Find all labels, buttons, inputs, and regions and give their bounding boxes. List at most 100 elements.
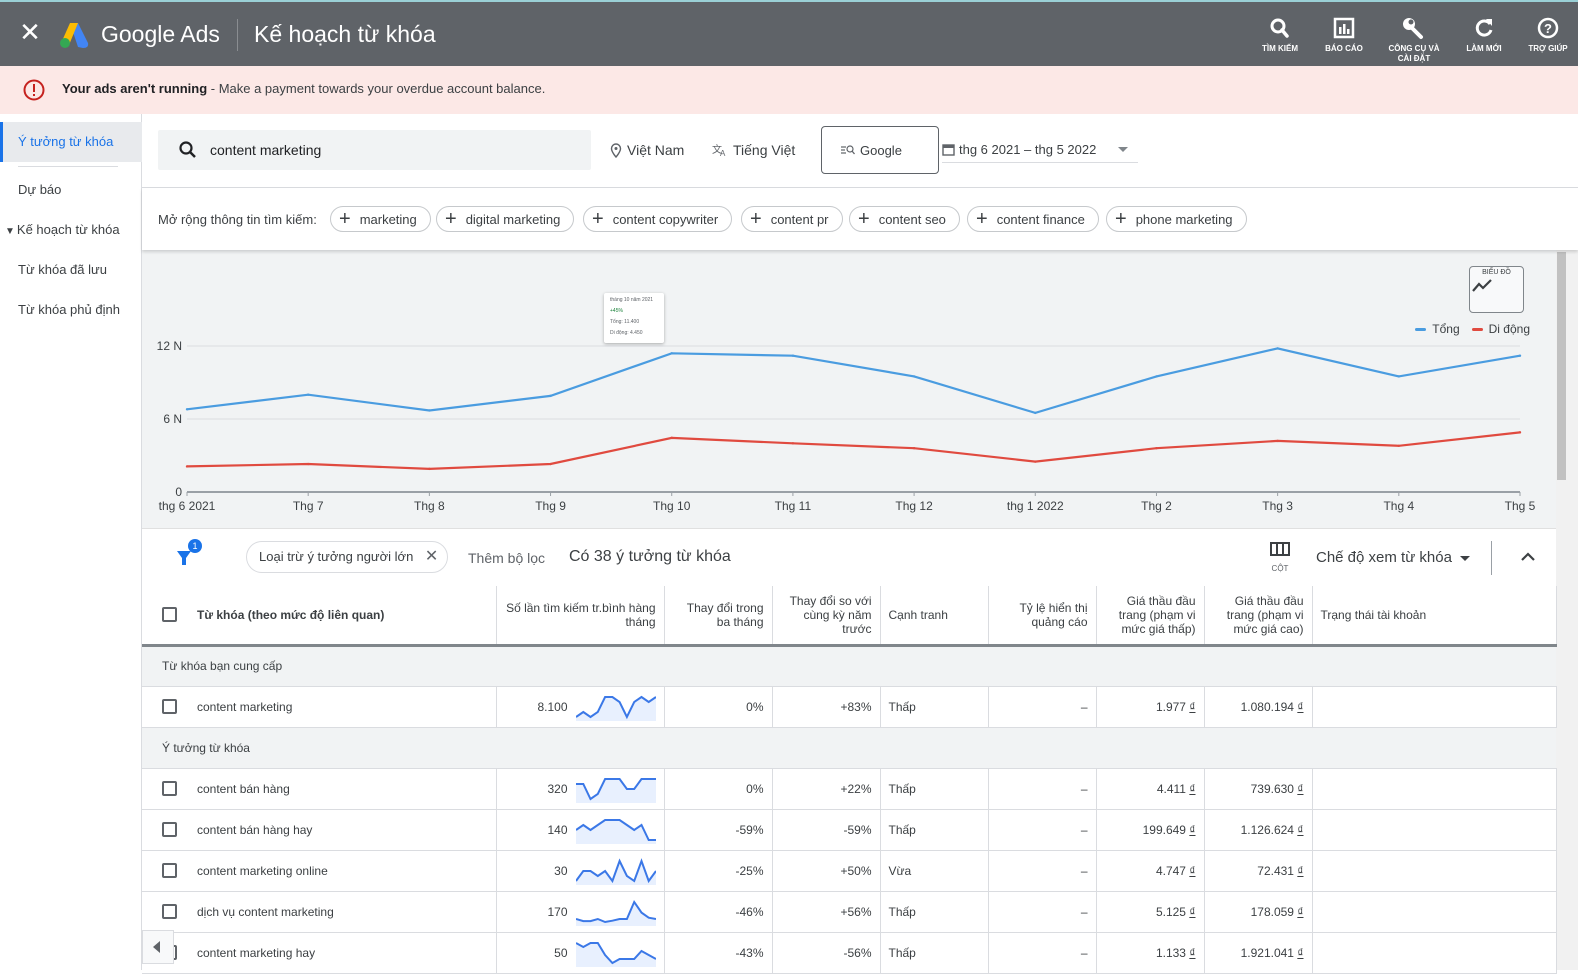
data-point xyxy=(549,394,552,398)
bid-high-cell: 739.630 ₫ xyxy=(1204,768,1313,810)
row-checkbox[interactable] xyxy=(162,863,177,878)
add-filter-button[interactable]: Thêm bộ lọc xyxy=(468,550,545,566)
header-account-status[interactable]: Trạng thái tài khoản xyxy=(1312,586,1557,647)
header-impression-share[interactable]: Tỷ lệ hiển thị quảng cáo xyxy=(988,586,1097,647)
remove-filter-icon[interactable]: ✕ xyxy=(425,542,438,572)
keyword-text: content bán hàng hay xyxy=(197,822,313,837)
close-button[interactable]: ✕ xyxy=(18,19,42,45)
refine-chip[interactable]: + content seo xyxy=(849,206,960,232)
select-all-checkbox[interactable] xyxy=(162,607,177,623)
header-three-month-change[interactable]: Thay đổi trong ba tháng xyxy=(664,586,773,647)
table-row[interactable]: content marketing 8.100 0% +83% Thấp –1.977 ₫… xyxy=(142,686,1557,728)
refine-chip[interactable]: + phone marketing xyxy=(1106,206,1247,232)
sidebar-item-keyword-plan[interactable]: ▼ Kế hoạch từ khóa xyxy=(0,210,142,250)
reports-tool-button[interactable]: BÁO CÁO xyxy=(1314,16,1374,54)
x-tick-label: Thg 12 xyxy=(895,499,933,513)
header-competition[interactable]: Cạnh tranh xyxy=(880,586,989,647)
table-row[interactable]: content bán hàng 320 0% +22% Thấp –4.411 ₫ 739… xyxy=(142,768,1557,810)
bid-high-cell: 1.126.624 ₫ xyxy=(1204,809,1313,851)
location-selector[interactable]: Việt Nam xyxy=(610,142,684,158)
table-row[interactable]: dịch vụ content marketing 170 -46% +56% Thấp… xyxy=(142,891,1557,933)
header-bid-high[interactable]: Giá thầu đầu trang (phạm vi mức giá cao) xyxy=(1204,586,1313,647)
report-icon xyxy=(1333,17,1355,39)
keyword-cell: content marketing hay xyxy=(142,932,497,974)
x-tick-label: Thg 5 xyxy=(1505,499,1536,513)
group-row: Ý tưởng từ khóa xyxy=(142,727,1556,769)
columns-button[interactable]: CỘT xyxy=(1268,542,1292,573)
header-keyword[interactable]: Từ khóa (theo mức độ liên quan) xyxy=(142,586,497,647)
search-network-selector[interactable]: Google xyxy=(821,126,939,174)
competition-cell: Thấp xyxy=(880,809,989,851)
date-range-label: thg 6 2021 – thg 5 2022 xyxy=(959,142,1097,157)
page-scrollbar-thumb[interactable] xyxy=(1557,252,1566,480)
yoy-change-cell: +50% xyxy=(772,850,881,892)
table-row[interactable]: content marketing hay 50 -43% -56% Thấp –1.13… xyxy=(142,932,1557,974)
sidebar-item-saved-keywords[interactable]: Từ khóa đã lưu xyxy=(0,250,142,290)
adult-ideas-filter-chip[interactable]: Loại trừ ý tưởng người lớn ✕ xyxy=(246,541,449,573)
location-label: Việt Nam xyxy=(627,142,685,158)
language-selector[interactable]: 文A Tiếng Việt xyxy=(712,142,795,158)
search-icon xyxy=(179,141,196,158)
refine-chip[interactable]: + content copywriter xyxy=(583,206,733,232)
bid-high-cell: 72.431 ₫ xyxy=(1204,850,1313,892)
keyword-count: Có 38 ý tưởng từ khóa xyxy=(569,548,731,565)
x-tick-label: thg 6 2021 xyxy=(159,499,216,513)
refine-chip[interactable]: + content finance xyxy=(967,206,1099,232)
keyword-search-input[interactable]: content marketing xyxy=(158,130,591,170)
sidebar-item-forecast[interactable]: Dự báo xyxy=(0,170,142,210)
impression-share-cell: – xyxy=(988,809,1097,851)
refine-chip[interactable]: + content pr xyxy=(741,206,843,232)
data-point xyxy=(1276,439,1279,443)
chip-label: content seo xyxy=(878,211,946,227)
search-tool-button[interactable]: TÌM KIẾM xyxy=(1250,16,1310,54)
trend-sparkline xyxy=(575,941,656,967)
trend-sparkline xyxy=(575,818,656,844)
scroll-left-button[interactable] xyxy=(142,930,174,964)
view-mode-dropdown[interactable]: Chế độ xem từ khóa xyxy=(1316,549,1470,566)
plus-icon: + xyxy=(592,208,604,230)
trend-sparkline xyxy=(575,695,656,721)
competition-cell: Thấp xyxy=(880,891,989,933)
translate-icon: 文A xyxy=(712,143,726,157)
competition-cell: Thấp xyxy=(880,768,989,810)
keyword-text: content marketing online xyxy=(197,863,328,878)
row-checkbox[interactable] xyxy=(162,699,177,714)
chart-toggle-button[interactable]: BIỂU ĐỒ xyxy=(1469,266,1524,313)
header-avg-searches[interactable]: Số lần tìm kiếm tr.bình hàng tháng xyxy=(496,586,665,647)
tools-settings-button[interactable]: CÔNG CỤ VÀ CÀI ĐẶT xyxy=(1384,16,1444,64)
header-yoy-change[interactable]: Thay đổi so với cùng kỳ năm trước xyxy=(772,586,881,647)
avg-searches-cell: 320 xyxy=(496,768,665,810)
refresh-label: LÀM MỚI xyxy=(1466,44,1502,53)
bid-low-value: 1.133 xyxy=(1155,945,1186,960)
table-row[interactable]: content marketing online 30 -25% +50% Vừa –4.… xyxy=(142,850,1557,892)
row-checkbox[interactable] xyxy=(162,822,177,837)
data-point xyxy=(1397,375,1401,378)
date-range-selector[interactable]: thg 6 2021 – thg 5 2022 xyxy=(942,141,1138,163)
brand-name: Google Ads xyxy=(101,21,220,47)
sidebar: Ý tưởng từ khóa Dự báo ▼ Kế hoạch từ khóa… xyxy=(0,114,142,970)
collapse-chevron-up-icon[interactable] xyxy=(1518,547,1538,567)
trend-sparkline xyxy=(575,899,656,926)
row-checkbox[interactable] xyxy=(162,781,177,796)
bid-high-cell: 1.921.041 ₫ xyxy=(1204,932,1313,974)
data-point xyxy=(1034,411,1037,415)
alert-message: Your ads aren't running - Make a payment… xyxy=(62,81,545,96)
header-bid-low[interactable]: Giá thầu đầu trang (phạm vi mức giá thấp… xyxy=(1096,586,1205,647)
alert-title: Your ads aren't running xyxy=(62,81,208,96)
alert-text: - Make a payment towards your overdue ac… xyxy=(207,81,546,96)
row-checkbox[interactable] xyxy=(162,904,177,919)
filter-button[interactable]: 1 xyxy=(176,539,202,572)
reports-tool-label: BÁO CÁO xyxy=(1325,44,1363,53)
refresh-button[interactable]: LÀM MỚI xyxy=(1454,16,1514,54)
help-button[interactable]: ? TRỢ GIÚP xyxy=(1518,16,1578,54)
refine-chip[interactable]: + marketing xyxy=(330,206,431,232)
data-point xyxy=(306,462,310,466)
sidebar-item-negative-keywords[interactable]: Từ khóa phủ định xyxy=(0,290,142,330)
bid-low-value: 199.649 xyxy=(1142,822,1186,837)
volume-value: 140 xyxy=(547,822,568,837)
bid-low-cell: 4.411 ₫ xyxy=(1096,768,1205,810)
table-row[interactable]: content bán hàng hay 140 -59% -59% Thấp –199.… xyxy=(142,809,1557,851)
refine-chip[interactable]: + digital marketing xyxy=(436,206,575,232)
data-point xyxy=(1034,460,1037,463)
sidebar-item-keyword-ideas[interactable]: Ý tưởng từ khóa xyxy=(0,122,142,162)
